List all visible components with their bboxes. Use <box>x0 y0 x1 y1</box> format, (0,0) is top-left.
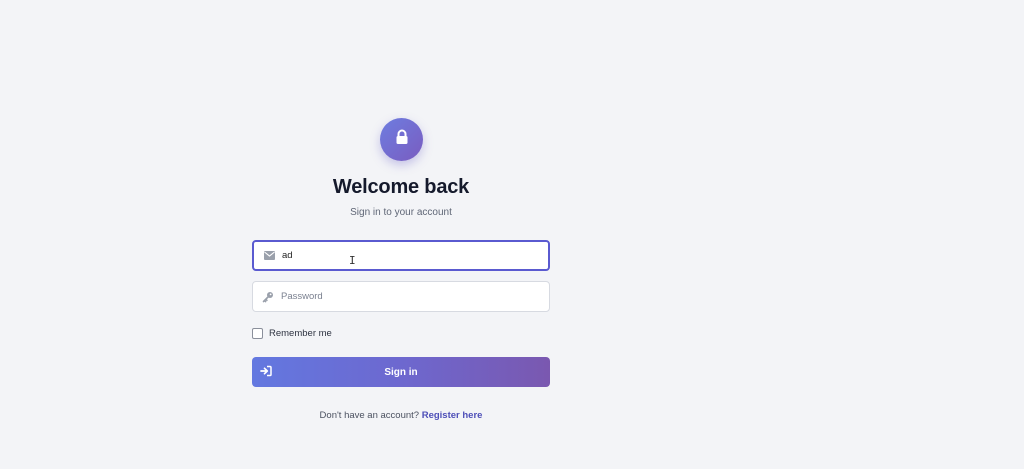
lock-badge <box>380 118 423 161</box>
remember-me[interactable]: Remember me <box>252 328 332 339</box>
sign-in-icon <box>260 365 272 380</box>
sign-in-button[interactable]: Sign in <box>252 357 550 387</box>
page-title: Welcome back <box>332 176 470 198</box>
text-cursor-icon: I <box>349 254 356 267</box>
register-prompt: Don't have an account? Register here <box>252 410 550 421</box>
email-field[interactable] <box>252 240 550 271</box>
key-icon <box>255 291 281 303</box>
remember-checkbox[interactable] <box>252 328 263 339</box>
envelope-icon <box>256 251 282 260</box>
sign-in-label: Sign in <box>384 366 418 378</box>
remember-label: Remember me <box>269 328 332 339</box>
password-input[interactable] <box>281 282 531 311</box>
register-prompt-text: Don't have an account? <box>319 410 420 421</box>
page-subtitle: Sign in to your account <box>350 207 452 218</box>
lock-icon <box>395 129 409 150</box>
password-field[interactable] <box>252 281 550 312</box>
email-input[interactable] <box>282 242 532 269</box>
register-link[interactable]: Register here <box>422 410 483 421</box>
